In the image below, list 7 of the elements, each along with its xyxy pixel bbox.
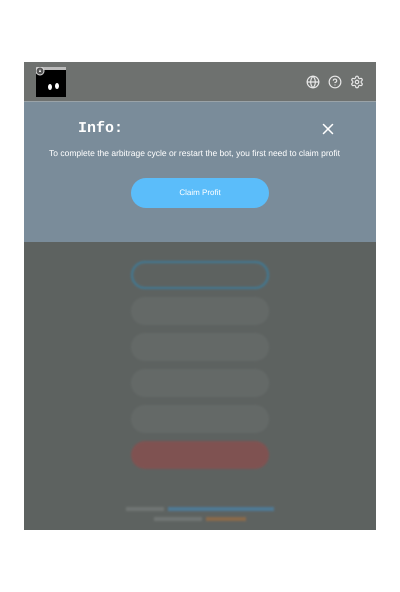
settings-icon[interactable] — [350, 74, 364, 88]
info-message: To complete the arbitrage cycle or restart the bot, you first need to claim profit — [49, 146, 342, 158]
globe-icon[interactable] — [306, 74, 320, 88]
ghost-logo-icon[interactable] — [36, 66, 66, 96]
info-title: Info: — [78, 119, 124, 139]
help-icon[interactable] — [328, 74, 342, 88]
claim-profit-button[interactable]: Claim Profit — [131, 178, 269, 208]
